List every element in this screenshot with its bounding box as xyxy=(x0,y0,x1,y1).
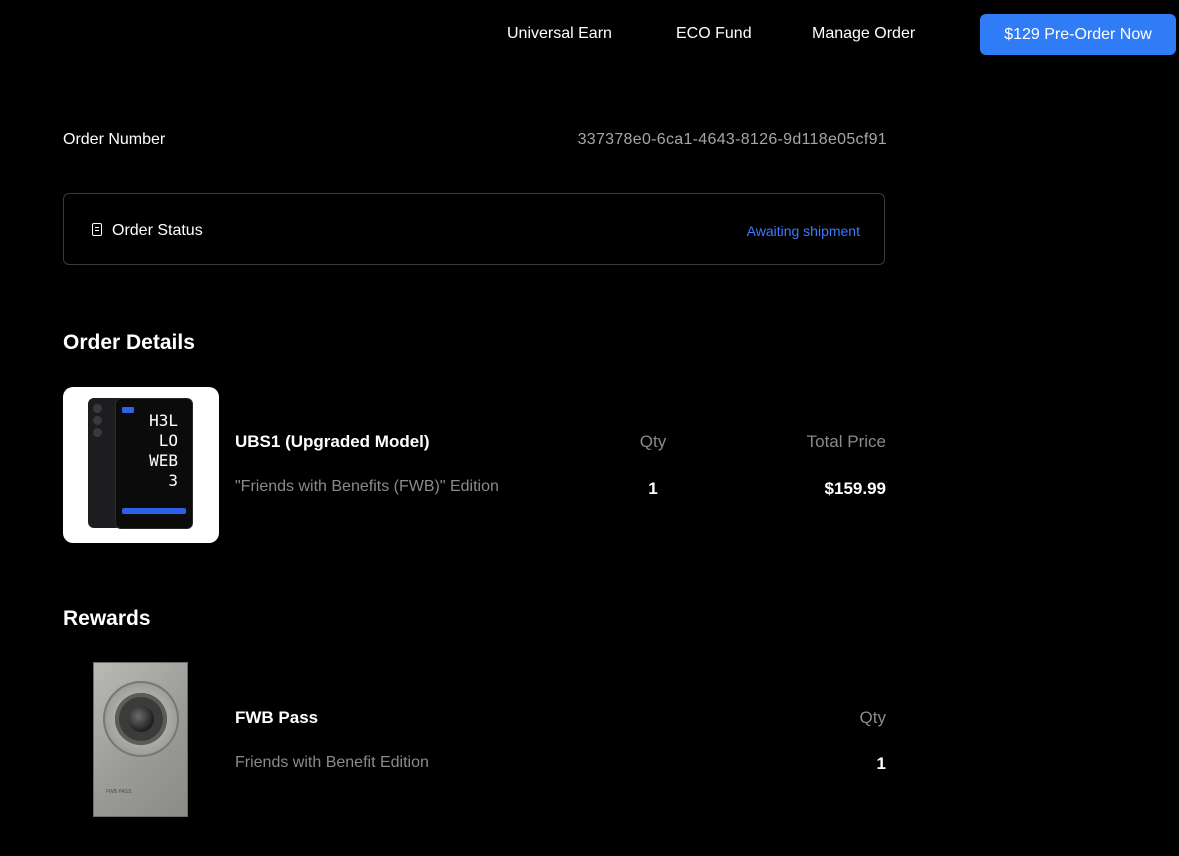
qty-value: 1 xyxy=(648,479,658,498)
qty-header: Qty xyxy=(639,432,667,451)
reward-edition: Friends with Benefit Edition xyxy=(235,754,429,771)
order-details-title: Order Details xyxy=(63,331,195,354)
order-status-value: Awaiting shipment xyxy=(746,223,860,239)
reward-qty-value: 1 xyxy=(876,754,886,773)
product-image: H3L LO WEB 3 xyxy=(63,387,219,543)
document-icon xyxy=(92,223,102,236)
order-number-value: 337378e0-6ca1-4643-8126-9d118e05cf91 xyxy=(577,131,887,148)
order-page: Universal Earn ECO Fund Manage Order $12… xyxy=(0,0,1179,856)
reward-image-label: FWB PASS xyxy=(106,789,132,795)
order-status-label: Order Status xyxy=(112,222,203,239)
phone-screen-text: H3L LO WEB 3 xyxy=(149,411,178,490)
lens-icon xyxy=(103,681,179,757)
total-price-header: Total Price xyxy=(806,432,886,451)
phone-front-image: H3L LO WEB 3 xyxy=(115,398,193,529)
preorder-button[interactable]: $129 Pre-Order Now xyxy=(980,14,1176,55)
reward-qty-header: Qty xyxy=(859,708,886,727)
camera-lens-icon xyxy=(93,416,102,425)
product-edition: "Friends with Benefits (FWB)" Edition xyxy=(235,478,499,495)
nav-universal-earn[interactable]: Universal Earn xyxy=(507,24,612,44)
nav-eco-fund[interactable]: ECO Fund xyxy=(676,24,752,44)
reward-name: FWB Pass xyxy=(235,708,319,727)
product-name: UBS1 (Upgraded Model) xyxy=(235,432,430,451)
lens-center xyxy=(128,706,154,732)
order-status-box: Order Status Awaiting shipment xyxy=(63,193,885,265)
order-number-label: Order Number xyxy=(63,131,166,148)
camera-lens-icon xyxy=(93,428,102,437)
rewards-title: Rewards xyxy=(63,607,151,630)
camera-lens-icon xyxy=(93,404,102,413)
nav-manage-order[interactable]: Manage Order xyxy=(812,24,915,44)
reward-image: FWB PASS xyxy=(93,662,188,817)
total-price-value: $159.99 xyxy=(824,479,886,498)
phone-screen-button xyxy=(122,508,186,514)
lens-ring xyxy=(115,693,167,745)
